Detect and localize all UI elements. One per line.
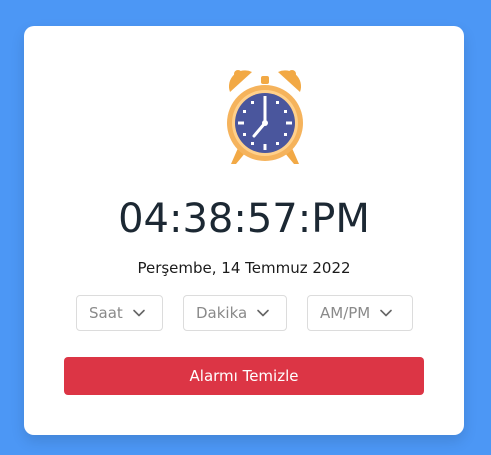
chevron-down-icon — [132, 309, 145, 317]
minute-select-value: Dakika — [196, 304, 248, 322]
ampm-select-value: AM/PM — [320, 304, 371, 322]
current-time: 04:38:57:PM — [118, 196, 370, 242]
alarm-card: 04:38:57:PM Perşembe, 14 Temmuz 2022 Saa… — [24, 26, 464, 435]
chevron-down-icon — [257, 309, 270, 317]
alarm-clock-icon — [224, 66, 306, 166]
clear-alarm-button[interactable]: Alarmı Temizle — [64, 357, 424, 395]
chevron-down-icon — [380, 309, 393, 317]
hour-select-value: Saat — [89, 304, 123, 322]
ampm-select[interactable]: AM/PM — [307, 295, 413, 331]
current-date: Perşembe, 14 Temmuz 2022 — [137, 259, 351, 277]
hour-select[interactable]: Saat — [76, 295, 163, 331]
minute-select[interactable]: Dakika — [183, 295, 287, 331]
